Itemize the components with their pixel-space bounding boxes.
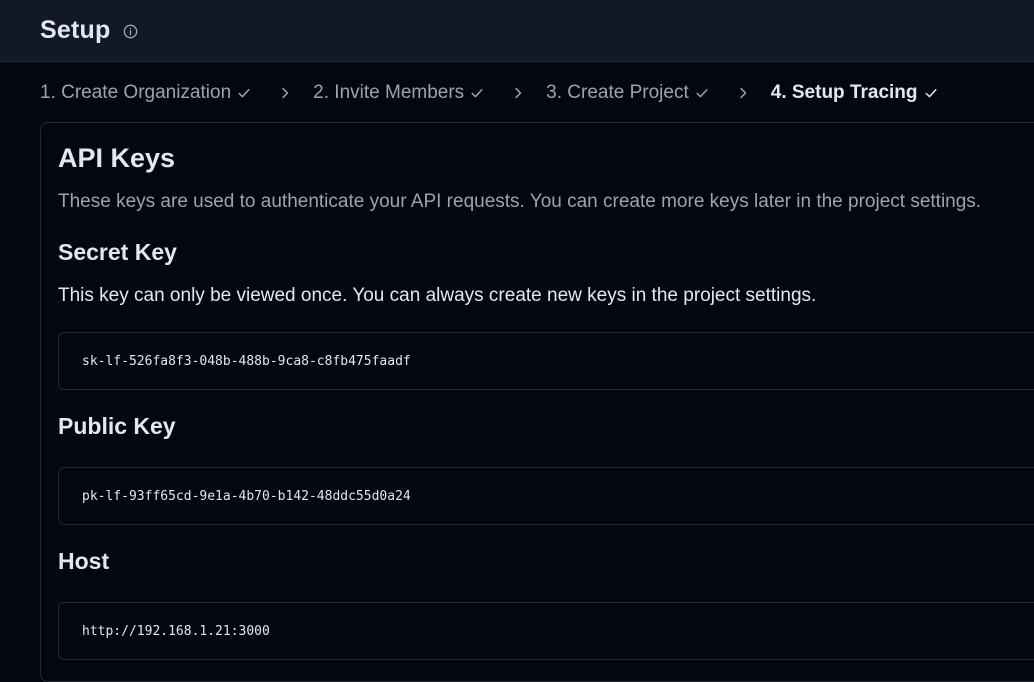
check-icon <box>695 86 709 100</box>
public-key-field[interactable]: pk-lf-93ff65cd-9e1a-4b70-b142-48ddc55d0a… <box>58 467 1034 525</box>
step-create-project[interactable]: 3. Create Project <box>546 82 709 104</box>
api-keys-description: These keys are used to authenticate your… <box>58 191 982 212</box>
api-keys-card: API Keys These keys are used to authenti… <box>40 122 1034 682</box>
step-label: 1. Create Organization <box>40 82 232 103</box>
info-icon[interactable] <box>123 24 138 39</box>
check-icon <box>470 86 484 100</box>
api-keys-title: API Keys <box>58 143 176 173</box>
step-invite-members[interactable]: 2. Invite Members <box>313 82 484 104</box>
step-create-organization[interactable]: 1. Create Organization <box>40 82 251 104</box>
secret-key-note: This key can only be viewed once. You ca… <box>58 285 817 306</box>
page-title: Setup <box>40 16 111 44</box>
chevron-right-icon <box>278 86 292 100</box>
chevron-right-icon <box>511 86 525 100</box>
chevron-right-icon <box>736 86 750 100</box>
check-icon <box>237 86 251 100</box>
setup-stepper: 1. Create Organization 2. Invite Members… <box>40 80 938 106</box>
secret-key-title: Secret Key <box>58 239 177 265</box>
check-icon <box>924 86 938 100</box>
step-setup-tracing[interactable]: 4. Setup Tracing <box>771 82 938 104</box>
step-label: 4. Setup Tracing <box>770 82 918 103</box>
host-title: Host <box>58 548 110 574</box>
public-key-title: Public Key <box>58 413 176 439</box>
step-label: 3. Create Project <box>546 82 689 103</box>
host-value[interactable]: http://192.168.1.21:3000 <box>82 624 270 639</box>
host-field[interactable]: http://192.168.1.21:3000 <box>58 602 1034 660</box>
secret-key-value[interactable]: sk-lf-526fa8f3-048b-488b-9ca8-c8fb475faa… <box>82 354 411 369</box>
step-label: 2. Invite Members <box>313 82 465 103</box>
public-key-value[interactable]: pk-lf-93ff65cd-9e1a-4b70-b142-48ddc55d0a… <box>82 489 411 504</box>
page-header: Setup <box>0 0 1034 62</box>
secret-key-field[interactable]: sk-lf-526fa8f3-048b-488b-9ca8-c8fb475faa… <box>58 332 1034 390</box>
